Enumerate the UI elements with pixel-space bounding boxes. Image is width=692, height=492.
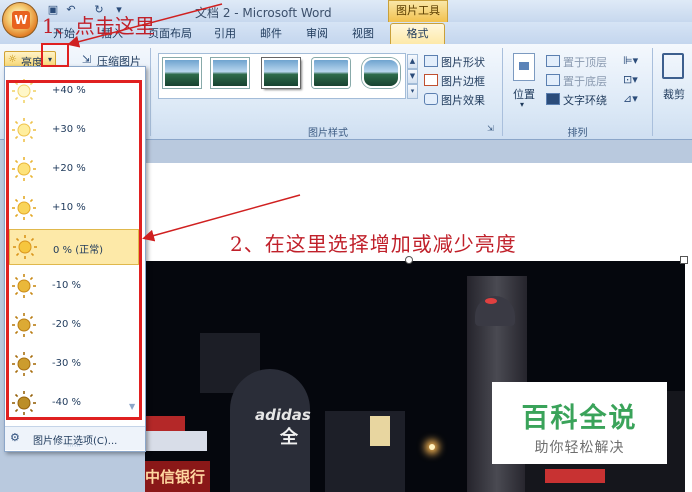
arrow-step2 [142, 194, 301, 242]
annotation-arrows [67, 3, 301, 242]
arrow-step1 [67, 3, 223, 48]
